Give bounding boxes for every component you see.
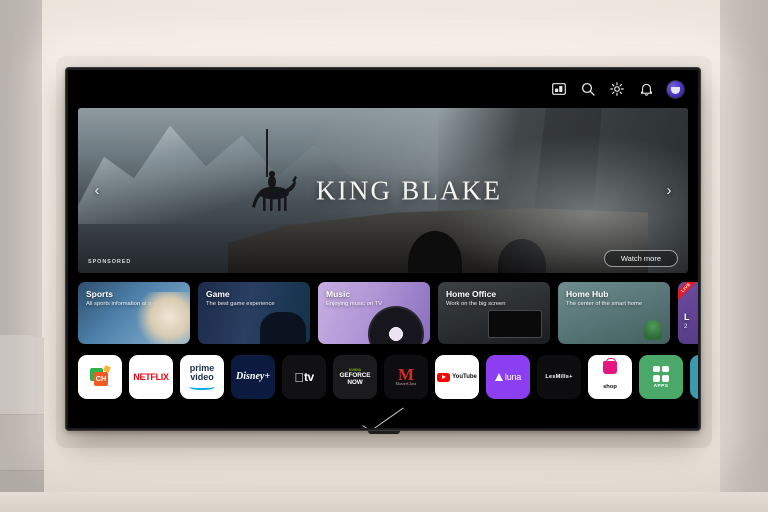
app-label: tv xyxy=(299,370,314,384)
card-subtitle: Enjoying music on TV xyxy=(326,301,382,307)
app-masterclass[interactable]: M MasterClass xyxy=(384,355,428,399)
card-sports[interactable]: Sports All sports information at a glanc… xyxy=(78,282,190,344)
app-lesmills[interactable]: LesMills+ xyxy=(537,355,581,399)
app-label: APPS xyxy=(653,383,669,389)
sofa xyxy=(0,335,44,512)
app-geforce-now[interactable]: NVIDIA GEFORCE NOW xyxy=(333,355,377,399)
app-label: LesMills+ xyxy=(545,374,573,380)
profile-avatar[interactable] xyxy=(667,80,684,98)
apps-grid-icon: APPS xyxy=(653,365,669,389)
prime-video-icon: prime video xyxy=(189,363,215,391)
card-title: Music xyxy=(326,289,351,299)
app-lg-channels[interactable]: CH xyxy=(78,355,122,399)
app-label: NETFLIX xyxy=(133,371,169,382)
room-scene: KING BLAKE ‹ › SPONSORED Watch more Spor… xyxy=(0,0,768,512)
app-apple-tv[interactable]:  tv xyxy=(282,355,326,399)
app-label: MasterClass xyxy=(395,381,417,386)
app-disney-plus[interactable]: Disney+ xyxy=(231,355,275,399)
notification-bell-icon[interactable] xyxy=(638,81,654,97)
card-title: Home Hub xyxy=(566,289,609,299)
card-music[interactable]: Music Enjoying music on TV xyxy=(318,282,430,344)
search-icon[interactable] xyxy=(580,81,596,97)
tv-screen: KING BLAKE ‹ › SPONSORED Watch more Spor… xyxy=(68,70,698,428)
media-picture-icon[interactable] xyxy=(551,81,567,97)
wall-panel-right xyxy=(720,0,768,512)
app-label: Disney+ xyxy=(235,371,271,382)
app-all-apps[interactable]: APPS xyxy=(639,355,683,399)
app-label-bottom: NOW xyxy=(347,378,363,386)
card-game[interactable]: Game The best game experience xyxy=(198,282,310,344)
card-title: Home Office xyxy=(446,289,497,299)
youtube-play-icon xyxy=(437,372,451,382)
card-subtitle: The center of the smart home xyxy=(566,301,643,307)
app-amazon-luna[interactable]: luna xyxy=(486,355,530,399)
shopping-bag-icon xyxy=(603,358,617,374)
app-youtube[interactable]: YouTube xyxy=(435,355,479,399)
card-subtitle: All sports information at a glance xyxy=(86,301,171,307)
masterclass-mark: M xyxy=(397,365,415,385)
hero-prev-arrow[interactable]: ‹ xyxy=(88,178,106,204)
hero-mountains xyxy=(78,125,368,224)
geforce-now-icon: NVIDIA GEFORCE NOW xyxy=(340,368,371,387)
hero-next-arrow[interactable]: › xyxy=(660,178,678,204)
card-title: L xyxy=(684,312,690,322)
floor xyxy=(0,492,768,512)
app-label: luna xyxy=(504,372,522,382)
card-home-office[interactable]: Home Office Work on the big screen xyxy=(438,282,550,344)
expand-handle[interactable] xyxy=(68,401,698,428)
live-badge: LIVE xyxy=(678,282,698,306)
prime-smile-icon xyxy=(189,384,215,391)
card-home-hub[interactable]: Home Hub The center of the smart home xyxy=(558,282,670,344)
app-label: CH xyxy=(94,371,108,386)
app-row: CH NETFLIX prime video Disney+ tv NVIDIA… xyxy=(68,347,698,409)
app-netflix[interactable]: NETFLIX xyxy=(129,355,173,399)
lg-channels-icon: CH xyxy=(90,364,111,387)
app-label: shop xyxy=(603,384,617,390)
card-title: Game xyxy=(206,289,230,299)
sponsored-label: SPONSORED xyxy=(88,259,132,265)
sofa-backrest xyxy=(0,335,44,417)
shop-icon: shop xyxy=(603,358,617,393)
watch-more-button[interactable]: Watch more xyxy=(603,250,678,267)
app-shop-live[interactable]: shop xyxy=(588,355,632,399)
apple-logo-icon:  xyxy=(294,371,304,384)
app-prime-video[interactable]: prime video xyxy=(180,355,224,399)
nvidia-brand-label: NVIDIA xyxy=(348,367,362,372)
card-subtitle: 2 xyxy=(684,324,688,330)
app-screen-share[interactable] xyxy=(690,355,698,399)
card-live-partial[interactable]: LIVE L 2 xyxy=(678,282,698,344)
luna-triangle-icon xyxy=(494,373,503,381)
television: KING BLAKE ‹ › SPONSORED Watch more Spor… xyxy=(66,68,700,430)
card-subtitle: The best game experience xyxy=(206,301,275,307)
hero-horse-rider-silhouette xyxy=(248,167,304,215)
hero-title: KING BLAKE xyxy=(315,175,503,205)
app-label-bottom: video xyxy=(190,372,214,382)
top-bar xyxy=(68,70,698,108)
category-card-row: Sports All sports information at a glanc… xyxy=(68,273,698,347)
app-label: YouTube xyxy=(452,374,477,380)
sofa-seat xyxy=(0,414,44,472)
masterclass-icon: M MasterClass xyxy=(395,365,417,386)
card-title: Sports xyxy=(86,289,113,299)
card-subtitle: Work on the big screen xyxy=(446,301,506,307)
settings-gear-icon[interactable] xyxy=(609,81,625,97)
hero-banner[interactable]: KING BLAKE ‹ › SPONSORED Watch more xyxy=(78,108,688,273)
